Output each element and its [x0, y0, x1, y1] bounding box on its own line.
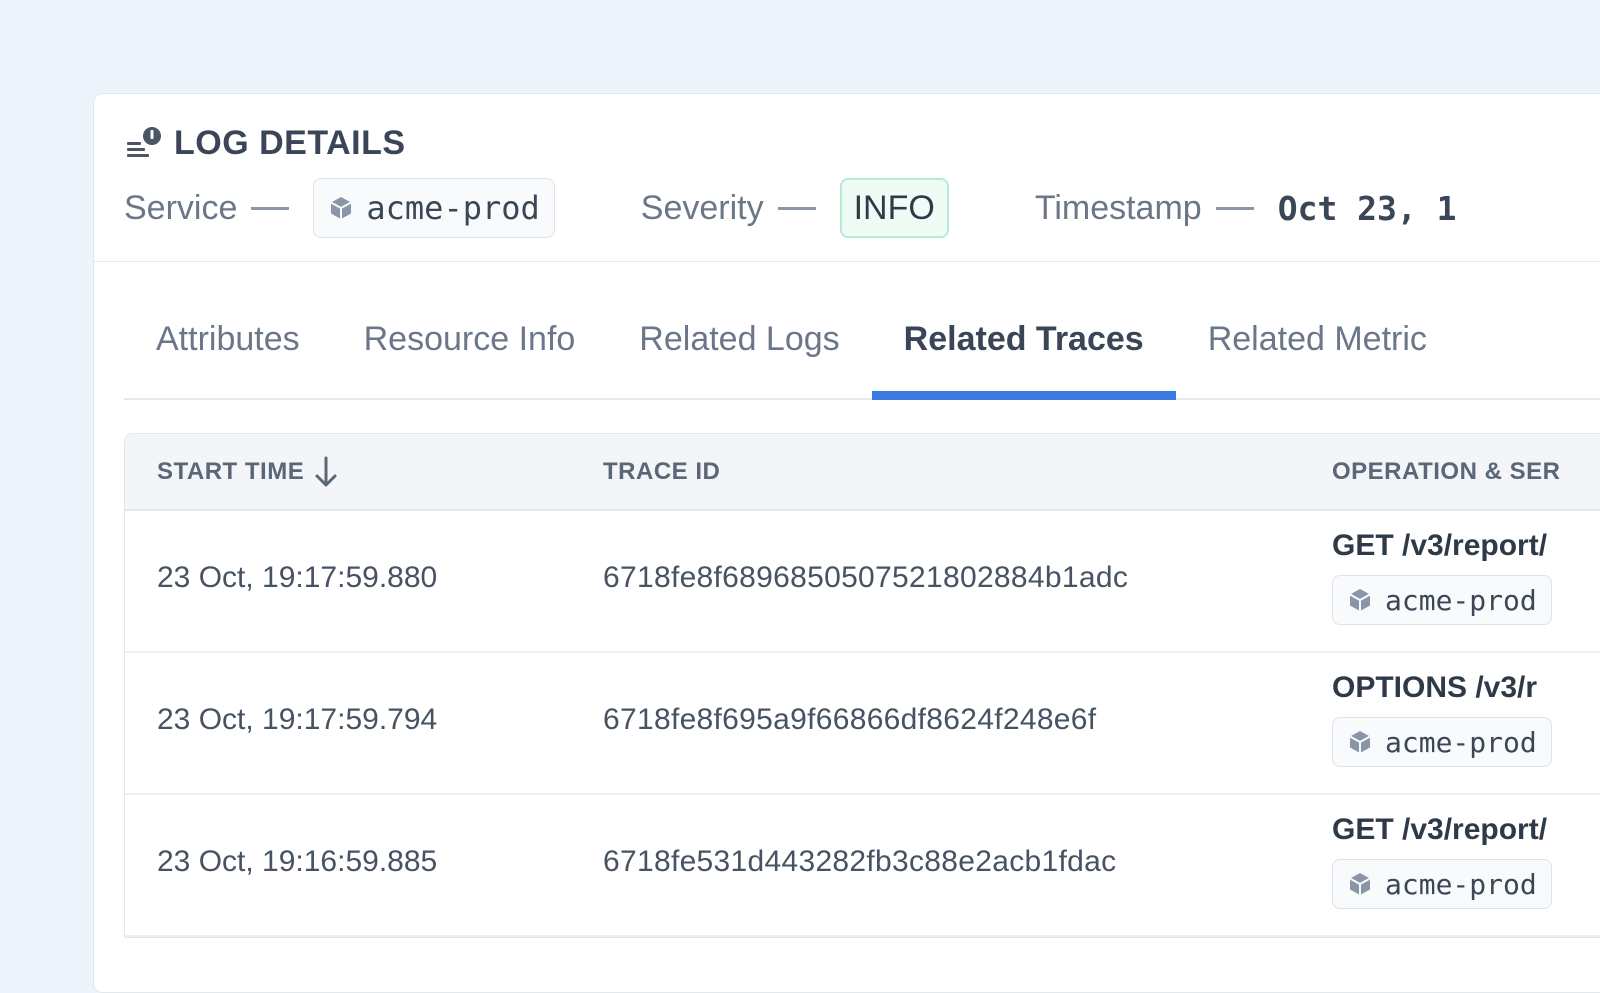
operation-cell: GET /v3/report/ acme-prod	[1332, 813, 1552, 909]
trace-id-cell[interactable]: 6718fe8f6896850507521802884b1adc	[603, 561, 1128, 595]
operation-name: GET /v3/report/	[1332, 813, 1548, 846]
service-value: acme-prod	[366, 189, 540, 227]
operation-name: OPTIONS /v3/r	[1332, 671, 1538, 704]
service-label: Service	[124, 188, 238, 227]
operation-cell: GET /v3/report/ acme-prod	[1332, 529, 1552, 625]
column-label: TRACE ID	[603, 457, 721, 485]
table-header: START TIME TRACE ID OPERATION & SER	[125, 434, 1600, 511]
service-chip[interactable]: acme-prod	[1332, 859, 1552, 909]
trace-id-cell[interactable]: 6718fe531d443282fb3c88e2acb1fdac	[603, 845, 1116, 879]
detail-tabs: Attributes Resource Info Related Logs Re…	[124, 294, 1600, 400]
service-chip[interactable]: acme-prod	[1332, 575, 1552, 625]
service-chip[interactable]: acme-prod	[1332, 717, 1552, 767]
service-chip[interactable]: acme-prod	[313, 178, 555, 238]
service-name: acme-prod	[1385, 867, 1537, 901]
log-alert-icon	[126, 126, 164, 162]
cube-icon	[1347, 729, 1373, 755]
tab-related-metrics[interactable]: Related Metric	[1176, 294, 1459, 398]
cube-icon	[1347, 871, 1373, 897]
start-time-cell: 23 Oct, 19:16:59.885	[157, 845, 438, 878]
tab-resource-info[interactable]: Resource Info	[332, 294, 608, 398]
table-row[interactable]: 23 Oct, 19:17:59.880 6718fe8f68968505075…	[125, 511, 1600, 653]
dash-separator	[1215, 206, 1254, 210]
related-traces-table: START TIME TRACE ID OPERATION & SER 23 O…	[124, 433, 1600, 938]
column-header-start-time[interactable]: START TIME	[157, 455, 340, 489]
column-header-operation-service[interactable]: OPERATION & SER	[1332, 458, 1560, 486]
dash-separator	[777, 206, 816, 210]
timestamp-label: Timestamp	[1034, 188, 1202, 227]
column-label: OPERATION & SER	[1332, 457, 1561, 485]
column-label: START TIME	[157, 457, 305, 485]
log-details-header: LOG DETAILS Service acme-prod Severity I…	[94, 94, 1600, 262]
severity-badge: INFO	[839, 178, 949, 238]
page-title: LOG DETAILS	[174, 124, 406, 162]
arrow-down-icon[interactable]	[312, 455, 340, 489]
title-row: LOG DETAILS	[126, 124, 406, 163]
table-row[interactable]: 23 Oct, 19:16:59.885 6718fe531d443282fb3…	[125, 795, 1600, 937]
cube-icon	[328, 195, 354, 221]
log-details-panel: LOG DETAILS Service acme-prod Severity I…	[93, 93, 1600, 993]
table-row[interactable]: 23 Oct, 19:17:59.794 6718fe8f695a9f66866…	[125, 653, 1600, 795]
service-name: acme-prod	[1385, 583, 1537, 617]
tab-related-traces[interactable]: Related Traces	[871, 294, 1176, 400]
operation-name: GET /v3/report/	[1332, 529, 1548, 562]
tab-attributes[interactable]: Attributes	[124, 294, 332, 398]
column-header-trace-id[interactable]: TRACE ID	[603, 458, 720, 486]
timestamp-value: Oct 23, 1	[1277, 188, 1457, 228]
trace-id-cell[interactable]: 6718fe8f695a9f66866df8624f248e6f	[603, 703, 1096, 737]
start-time-cell: 23 Oct, 19:17:59.880	[157, 561, 438, 594]
log-meta-row: Service acme-prod Severity INFO Timestam…	[124, 178, 1457, 238]
severity-label: Severity	[640, 188, 764, 227]
operation-cell: OPTIONS /v3/r acme-prod	[1332, 671, 1552, 767]
dash-separator	[251, 206, 290, 210]
start-time-cell: 23 Oct, 19:17:59.794	[157, 703, 438, 736]
tab-related-logs[interactable]: Related Logs	[607, 294, 871, 398]
service-name: acme-prod	[1385, 725, 1537, 759]
cube-icon	[1347, 587, 1373, 613]
